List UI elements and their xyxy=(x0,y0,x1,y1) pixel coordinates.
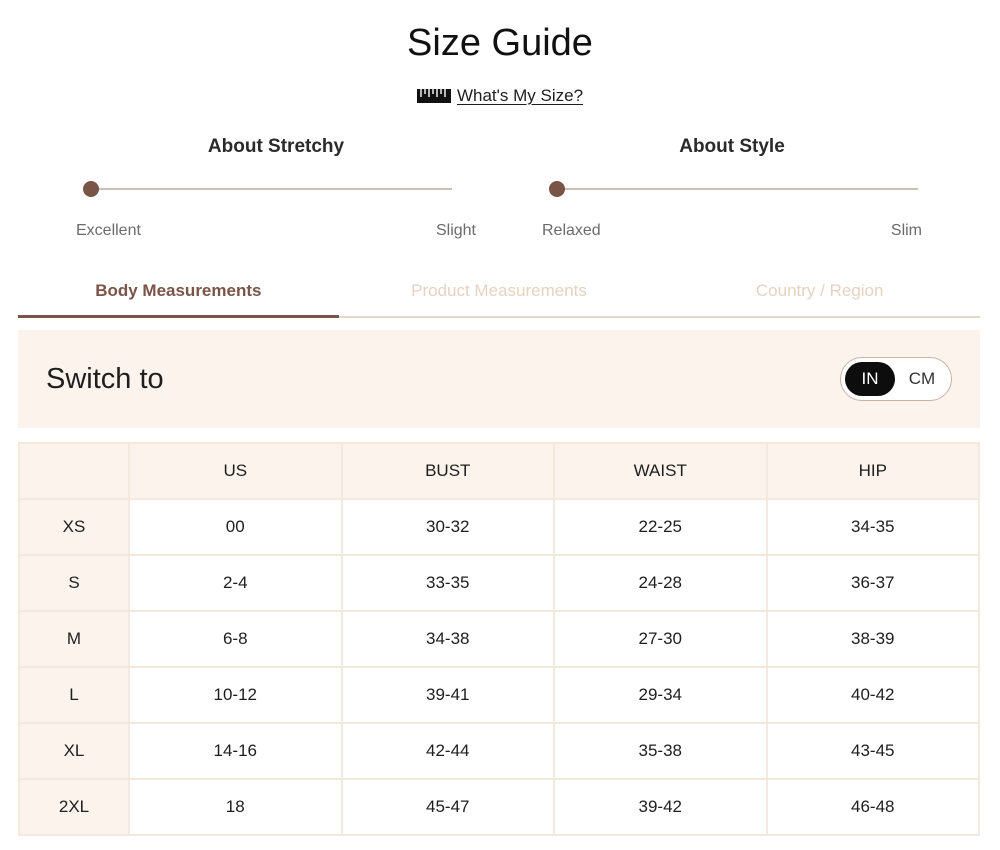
table-cell: 39-42 xyxy=(553,778,768,836)
table-cell: 30-32 xyxy=(340,498,555,556)
style-scale-title: About Style xyxy=(679,136,785,157)
unit-option-in[interactable]: IN xyxy=(845,362,895,396)
size-label-cell: XS xyxy=(18,498,130,556)
table-cell: 10-12 xyxy=(128,666,343,724)
ruler-icon xyxy=(416,89,451,103)
table-cell: 2-4 xyxy=(128,554,343,612)
unit-toggle[interactable]: IN CM xyxy=(840,357,952,401)
table-cell: 14-16 xyxy=(128,722,343,780)
stretchy-scale-track xyxy=(90,188,452,190)
style-scale-track xyxy=(556,188,918,190)
page-title: Size Guide xyxy=(407,22,593,64)
table-header-corner xyxy=(18,442,130,500)
table-cell: 36-37 xyxy=(765,554,980,612)
size-label-cell: M xyxy=(18,610,130,668)
stretchy-scale-indicator xyxy=(83,181,99,197)
tab-body-measurements[interactable]: Body Measurements xyxy=(18,272,339,318)
unit-option-cm[interactable]: CM xyxy=(897,362,947,396)
stretchy-max-label: Slight xyxy=(435,222,476,239)
whats-my-size-link[interactable]: What's My Size? xyxy=(457,86,583,106)
style-scale-indicator xyxy=(549,181,565,197)
table-cell: 6-8 xyxy=(128,610,343,668)
tab-product-measurements[interactable]: Product Measurements xyxy=(339,272,660,316)
table-cell: 27-30 xyxy=(553,610,768,668)
table-cell: 24-28 xyxy=(553,554,768,612)
size-label-cell: XL xyxy=(18,722,130,780)
table-row: XL 14-16 42-44 35-38 43-45 xyxy=(18,722,980,780)
table-header-us: US xyxy=(128,442,343,500)
tab-country-region[interactable]: Country / Region xyxy=(659,272,980,316)
size-label-cell: L xyxy=(18,666,130,724)
table-header-row: US BUST WAIST HIP xyxy=(18,442,980,500)
table-cell: 35-38 xyxy=(553,722,768,780)
table-cell: 39-41 xyxy=(340,666,555,724)
stretchy-min-label: Excellent xyxy=(76,222,141,239)
table-header-waist: WAIST xyxy=(553,442,768,500)
table-cell: 29-34 xyxy=(553,666,768,724)
unit-switch-panel: Switch to IN CM xyxy=(18,330,980,428)
table-row: S 2-4 33-35 24-28 36-37 xyxy=(18,554,980,612)
table-cell: 46-48 xyxy=(765,778,980,836)
table-row: 2XL 18 45-47 39-42 46-48 xyxy=(18,778,980,836)
size-label-cell: 2XL xyxy=(18,778,130,836)
table-cell: 45-47 xyxy=(340,778,555,836)
table-header-hip: HIP xyxy=(765,442,980,500)
measurement-tabs: Body Measurements Product Measurements C… xyxy=(18,272,980,318)
table-cell: 00 xyxy=(128,498,343,556)
size-table: US BUST WAIST HIP XS 00 30-32 22-25 34-3… xyxy=(18,442,980,836)
table-cell: 43-45 xyxy=(765,722,980,780)
whats-my-size-link-row[interactable]: What's My Size? xyxy=(0,86,1000,106)
table-header-bust: BUST xyxy=(340,442,555,500)
table-cell: 22-25 xyxy=(553,498,768,556)
table-cell: 42-44 xyxy=(340,722,555,780)
table-cell: 33-35 xyxy=(340,554,555,612)
table-cell: 18 xyxy=(128,778,343,836)
style-max-label: Slim xyxy=(890,222,922,239)
table-cell: 34-35 xyxy=(765,498,980,556)
table-row: L 10-12 39-41 29-34 40-42 xyxy=(18,666,980,724)
table-cell: 38-39 xyxy=(765,610,980,668)
stretchy-scale-title: About Stretchy xyxy=(207,136,345,157)
table-row: M 6-8 34-38 27-30 38-39 xyxy=(18,610,980,668)
table-row: XS 00 30-32 22-25 34-35 xyxy=(18,498,980,556)
size-label-cell: S xyxy=(18,554,130,612)
table-cell: 34-38 xyxy=(340,610,555,668)
table-cell: 40-42 xyxy=(765,666,980,724)
switch-to-label: Switch to xyxy=(46,363,164,395)
style-min-label: Relaxed xyxy=(542,222,601,239)
